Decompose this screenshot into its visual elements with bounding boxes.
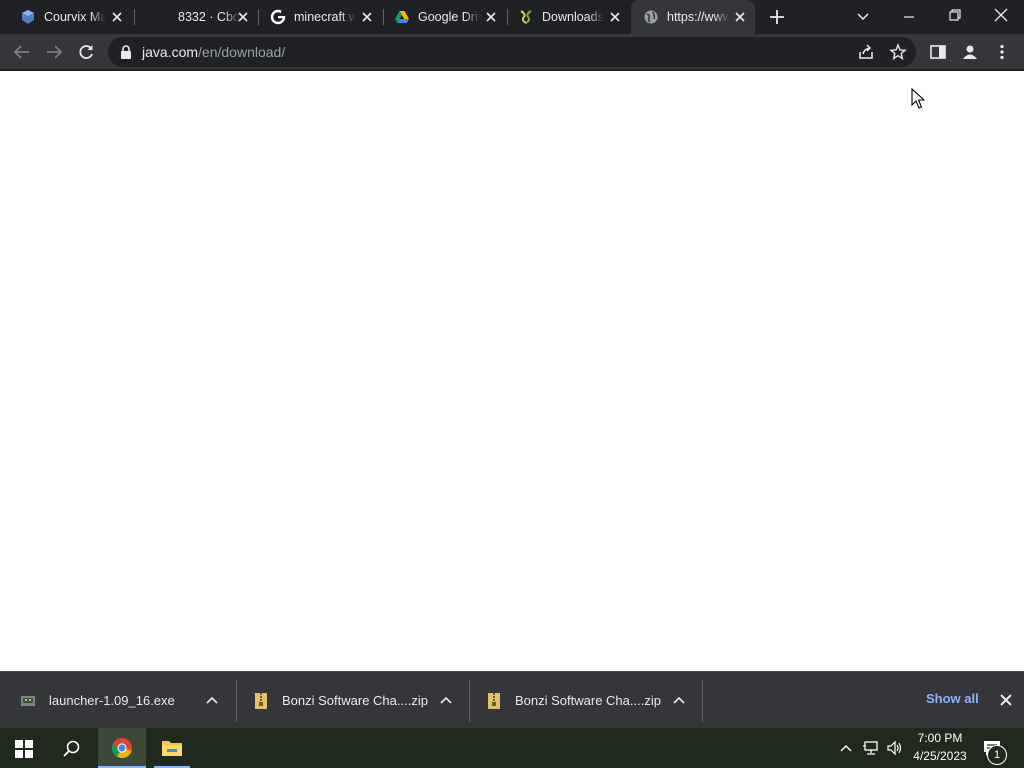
file-explorer-icon bbox=[161, 738, 183, 758]
close-shelf-icon[interactable] bbox=[998, 692, 1014, 708]
exe-file-icon bbox=[20, 693, 36, 709]
courvix-favicon bbox=[20, 9, 36, 25]
taskbar-chrome-button[interactable] bbox=[98, 728, 146, 768]
show-all-button[interactable]: Show all bbox=[926, 691, 979, 706]
close-icon[interactable] bbox=[608, 10, 622, 24]
windows-start-icon[interactable] bbox=[15, 740, 33, 758]
new-tab-plus-icon[interactable] bbox=[768, 8, 786, 26]
tab-title: Google Driv bbox=[418, 10, 480, 24]
tab-java-active[interactable]: https://www bbox=[631, 0, 755, 34]
chevron-up-icon[interactable] bbox=[205, 693, 219, 707]
taskbar-explorer-button[interactable] bbox=[150, 728, 194, 768]
close-icon[interactable] bbox=[360, 10, 374, 24]
download-filename: Bonzi Software Cha....zip bbox=[282, 693, 428, 708]
reload-icon[interactable] bbox=[76, 42, 96, 62]
tab-strip: Courvix Ma 8332 · Cbox minecraft w Googl… bbox=[0, 0, 1024, 34]
close-icon[interactable] bbox=[484, 10, 498, 24]
zip-file-icon bbox=[487, 692, 501, 710]
url-path: /en/download/ bbox=[198, 44, 286, 60]
globe-favicon bbox=[643, 9, 659, 25]
url-text[interactable]: java.com/en/download/ bbox=[142, 44, 285, 60]
volume-icon[interactable] bbox=[886, 740, 904, 756]
download-filename: launcher-1.09_16.exe bbox=[49, 693, 175, 708]
close-icon[interactable] bbox=[236, 10, 250, 24]
share-icon[interactable] bbox=[857, 43, 875, 61]
tab-minecraft[interactable]: minecraft w bbox=[250, 0, 382, 34]
bookmark-star-icon[interactable] bbox=[889, 43, 907, 61]
window-close-icon[interactable] bbox=[992, 6, 1010, 24]
download-item[interactable]: Bonzi Software Cha....zip bbox=[237, 672, 469, 729]
zip-file-icon bbox=[254, 692, 268, 710]
download-separator bbox=[702, 680, 703, 722]
download-shelf: launcher-1.09_16.exe Bonzi Software Cha.… bbox=[0, 671, 1024, 728]
tab-google-drive[interactable]: Google Driv bbox=[374, 0, 506, 34]
minimize-icon[interactable] bbox=[900, 8, 918, 26]
lock-icon[interactable] bbox=[120, 45, 132, 59]
tab-cbox[interactable]: 8332 · Cbox bbox=[134, 0, 258, 34]
blank-favicon bbox=[154, 9, 170, 25]
profile-avatar-icon[interactable] bbox=[960, 42, 980, 62]
download-item[interactable]: launcher-1.09_16.exe bbox=[0, 672, 236, 729]
windows-taskbar: 7:00 PM 4/25/2023 1 bbox=[0, 728, 1024, 768]
tab-title: Downloads bbox=[542, 10, 604, 24]
tab-title: 8332 · Cbox bbox=[178, 10, 240, 24]
tab-courvix[interactable]: Courvix Ma bbox=[0, 0, 132, 34]
forward-arrow-icon[interactable] bbox=[44, 42, 64, 62]
tab-title: minecraft w bbox=[294, 10, 356, 24]
download-item[interactable]: Bonzi Software Cha....zip bbox=[470, 672, 702, 729]
clock-date[interactable]: 4/25/2023 bbox=[912, 749, 968, 763]
tab-downloads[interactable]: Downloads bbox=[498, 0, 630, 34]
clock-time[interactable]: 7:00 PM bbox=[912, 731, 968, 745]
close-icon[interactable] bbox=[733, 10, 747, 24]
downloads-site-favicon bbox=[518, 9, 534, 25]
network-icon[interactable] bbox=[862, 740, 880, 756]
search-icon[interactable] bbox=[62, 739, 82, 759]
back-arrow-icon[interactable] bbox=[12, 42, 32, 62]
address-bar[interactable]: java.com/en/download/ bbox=[108, 37, 916, 67]
chevron-up-icon[interactable] bbox=[672, 693, 686, 707]
browser-toolbar: java.com/en/download/ bbox=[0, 34, 1024, 70]
chrome-icon bbox=[111, 737, 133, 759]
tray-chevron-up-icon[interactable] bbox=[839, 741, 853, 755]
download-filename: Bonzi Software Cha....zip bbox=[515, 693, 661, 708]
tab-title: https://www bbox=[667, 10, 729, 24]
url-host: java.com bbox=[142, 44, 199, 60]
restore-icon[interactable] bbox=[946, 6, 964, 24]
chevron-up-icon[interactable] bbox=[439, 693, 453, 707]
page-content[interactable] bbox=[0, 71, 1024, 671]
google-favicon bbox=[270, 9, 286, 25]
close-icon[interactable] bbox=[110, 10, 124, 24]
tab-title: Courvix Ma bbox=[44, 10, 106, 24]
mouse-cursor-icon bbox=[911, 87, 926, 110]
side-panel-icon[interactable] bbox=[928, 42, 948, 62]
tab-search-chevron-icon[interactable] bbox=[855, 9, 871, 25]
notification-count-badge: 1 bbox=[987, 745, 1007, 765]
google-drive-favicon bbox=[394, 9, 410, 25]
kebab-menu-icon[interactable] bbox=[992, 42, 1012, 62]
